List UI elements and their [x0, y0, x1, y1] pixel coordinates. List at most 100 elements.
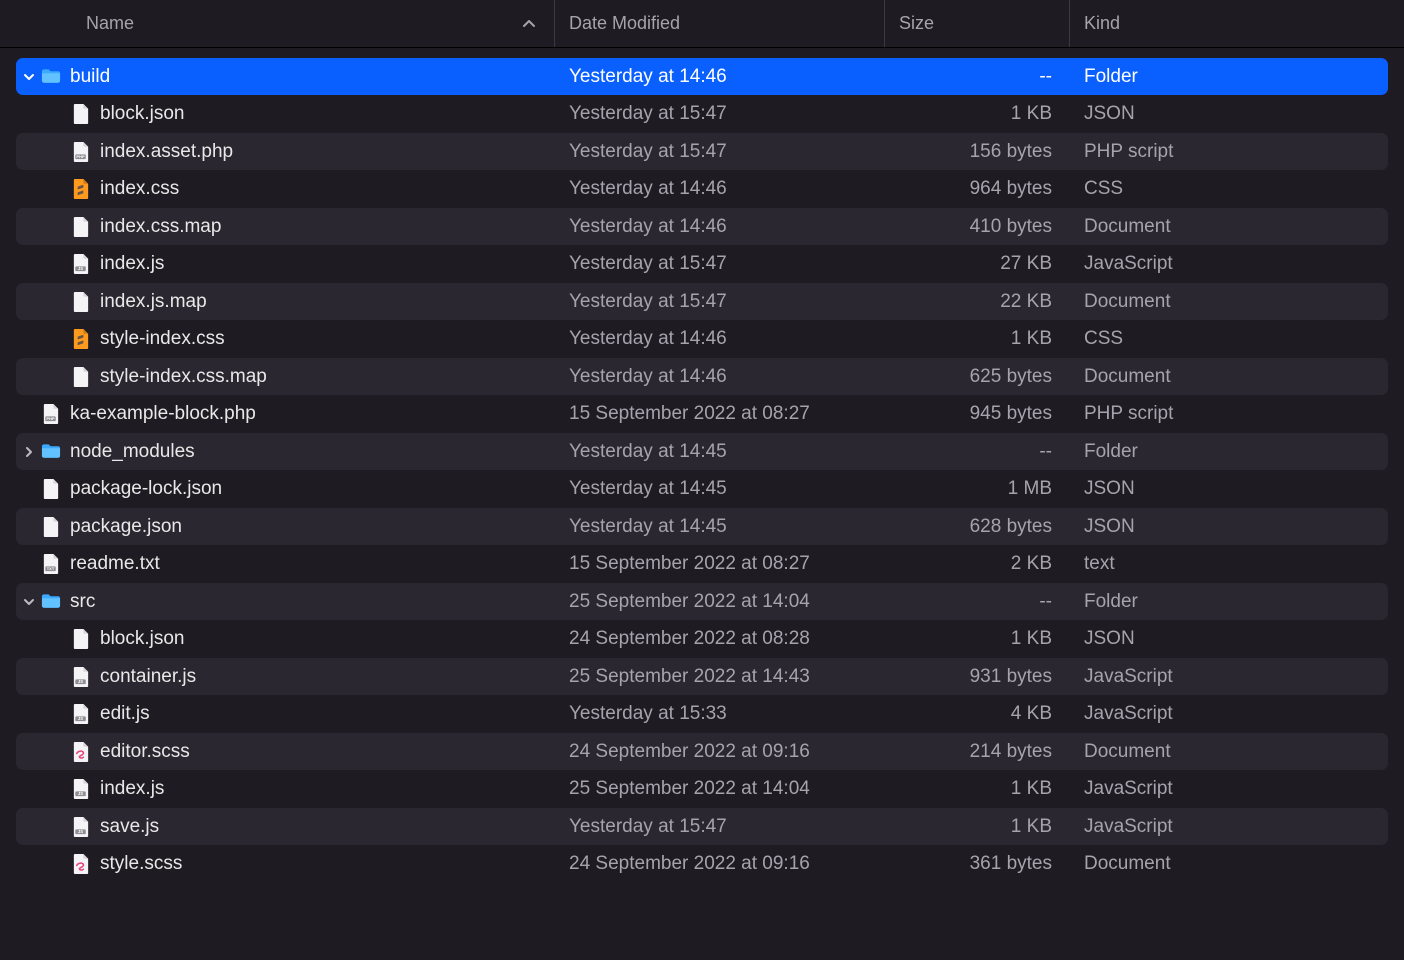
cell-date: Yesterday at 14:46 [555, 66, 885, 88]
file-name-label: index.css [100, 178, 179, 200]
date-modified-label: Yesterday at 14:46 [569, 178, 727, 199]
cell-name: package-lock.json [16, 471, 555, 508]
file-name-label: src [70, 591, 95, 613]
date-modified-label: Yesterday at 15:47 [569, 291, 727, 312]
kind-label: text [1084, 553, 1115, 574]
cell-size: 214 bytes [885, 741, 1070, 763]
kind-label: PHP script [1084, 403, 1173, 424]
cell-name: index.js [16, 246, 555, 283]
php-icon [40, 402, 62, 426]
file-row[interactable]: package-lock.jsonYesterday at 14:451 MBJ… [16, 471, 1388, 508]
cell-date: Yesterday at 14:45 [555, 478, 885, 500]
kind-label: JavaScript [1084, 703, 1173, 724]
disclosure-triangle[interactable] [22, 595, 36, 609]
cell-date: Yesterday at 15:33 [555, 703, 885, 725]
date-modified-label: Yesterday at 14:45 [569, 516, 727, 537]
file-row[interactable]: index.js.mapYesterday at 15:4722 KBDocum… [16, 283, 1388, 320]
cell-kind: PHP script [1070, 141, 1388, 163]
cell-kind: JavaScript [1070, 778, 1388, 800]
cell-size: -- [885, 591, 1070, 613]
file-row[interactable]: index.asset.phpYesterday at 15:47156 byt… [16, 133, 1388, 170]
column-header-size[interactable]: Size [885, 0, 1070, 47]
file-row[interactable]: block.json24 September 2022 at 08:281 KB… [16, 621, 1388, 658]
size-label: 628 bytes [970, 516, 1052, 537]
cell-name: save.js [16, 808, 555, 845]
file-row[interactable]: src25 September 2022 at 14:04--Folder [16, 583, 1388, 620]
cell-name: block.json [16, 621, 555, 658]
file-row[interactable]: package.jsonYesterday at 14:45628 bytesJ… [16, 508, 1388, 545]
cell-date: Yesterday at 15:47 [555, 103, 885, 125]
file-row[interactable]: style-index.css.mapYesterday at 14:46625… [16, 358, 1388, 395]
column-header-kind-label: Kind [1084, 13, 1120, 34]
date-modified-label: 25 September 2022 at 14:04 [569, 778, 810, 799]
file-row[interactable]: save.jsYesterday at 15:471 KBJavaScript [16, 808, 1388, 845]
cell-name: style.scss [16, 846, 555, 883]
js-icon [70, 815, 92, 839]
cell-name: node_modules [16, 433, 555, 470]
size-label: -- [1039, 591, 1052, 612]
cell-kind: CSS [1070, 178, 1388, 200]
file-row[interactable]: container.js25 September 2022 at 14:4393… [16, 658, 1388, 695]
file-row[interactable]: editor.scss24 September 2022 at 09:16214… [16, 733, 1388, 770]
scss-icon [70, 852, 92, 876]
size-label: 625 bytes [970, 366, 1052, 387]
disclosure-triangle[interactable] [22, 70, 36, 84]
file-row[interactable]: style.scss24 September 2022 at 09:16361 … [16, 846, 1388, 883]
file-name-label: package.json [70, 516, 182, 538]
kind-label: JSON [1084, 103, 1135, 124]
column-header-date[interactable]: Date Modified [555, 0, 885, 47]
cell-size: 628 bytes [885, 516, 1070, 538]
cell-name: container.js [16, 658, 555, 695]
file-row[interactable]: style-index.cssYesterday at 14:461 KBCSS [16, 321, 1388, 358]
sort-indicator-up-icon [522, 19, 536, 29]
cell-kind: Folder [1070, 441, 1388, 463]
cell-date: 24 September 2022 at 09:16 [555, 741, 885, 763]
sublime-icon [70, 327, 92, 351]
column-header-kind[interactable]: Kind [1070, 0, 1394, 47]
file-name-label: ka-example-block.php [70, 403, 256, 425]
cell-size: 156 bytes [885, 141, 1070, 163]
file-row[interactable]: node_modulesYesterday at 14:45--Folder [16, 433, 1388, 470]
cell-name: index.js.map [16, 283, 555, 320]
kind-label: Document [1084, 216, 1171, 237]
file-name-label: index.asset.php [100, 141, 233, 163]
size-label: 1 KB [1011, 816, 1052, 837]
file-name-label: node_modules [70, 441, 195, 463]
cell-kind: PHP script [1070, 403, 1388, 425]
cell-name: package.json [16, 508, 555, 545]
date-modified-label: Yesterday at 15:47 [569, 816, 727, 837]
kind-label: Document [1084, 366, 1171, 387]
file-row[interactable]: index.css.mapYesterday at 14:46410 bytes… [16, 208, 1388, 245]
cell-size: 1 MB [885, 478, 1070, 500]
js-icon [70, 665, 92, 689]
cell-date: 15 September 2022 at 08:27 [555, 403, 885, 425]
date-modified-label: 15 September 2022 at 08:27 [569, 553, 810, 574]
file-row[interactable]: buildYesterday at 14:46--Folder [16, 58, 1388, 95]
file-row[interactable]: readme.txt15 September 2022 at 08:272 KB… [16, 546, 1388, 583]
file-row[interactable]: index.js25 September 2022 at 14:041 KBJa… [16, 771, 1388, 808]
file-row[interactable]: edit.jsYesterday at 15:334 KBJavaScript [16, 696, 1388, 733]
cell-date: Yesterday at 15:47 [555, 253, 885, 275]
cell-date: Yesterday at 15:47 [555, 291, 885, 313]
date-modified-label: 24 September 2022 at 08:28 [569, 628, 810, 649]
kind-label: JavaScript [1084, 666, 1173, 687]
column-header-name[interactable]: Name [0, 0, 555, 47]
date-modified-label: Yesterday at 15:47 [569, 103, 727, 124]
file-name-label: style-index.css [100, 328, 225, 350]
kind-label: CSS [1084, 178, 1123, 199]
cell-date: Yesterday at 14:45 [555, 516, 885, 538]
cell-size: 361 bytes [885, 853, 1070, 875]
file-row[interactable]: ka-example-block.php 15 September 2022 at… [16, 396, 1388, 433]
file-row[interactable]: index.jsYesterday at 15:4727 KBJavaScrip… [16, 246, 1388, 283]
size-label: -- [1039, 66, 1052, 87]
file-row[interactable]: block.jsonYesterday at 15:471 KBJSON [16, 96, 1388, 133]
file-name-label: edit.js [100, 703, 150, 725]
cell-name: index.css [16, 171, 555, 208]
size-label: 361 bytes [970, 853, 1052, 874]
file-row[interactable]: index.cssYesterday at 14:46964 bytesCSS [16, 171, 1388, 208]
cell-name: block.json [16, 96, 555, 133]
php-icon [70, 140, 92, 164]
cell-size: 2 KB [885, 553, 1070, 575]
date-modified-label: 15 September 2022 at 08:27 [569, 403, 810, 424]
disclosure-triangle[interactable] [22, 445, 36, 459]
